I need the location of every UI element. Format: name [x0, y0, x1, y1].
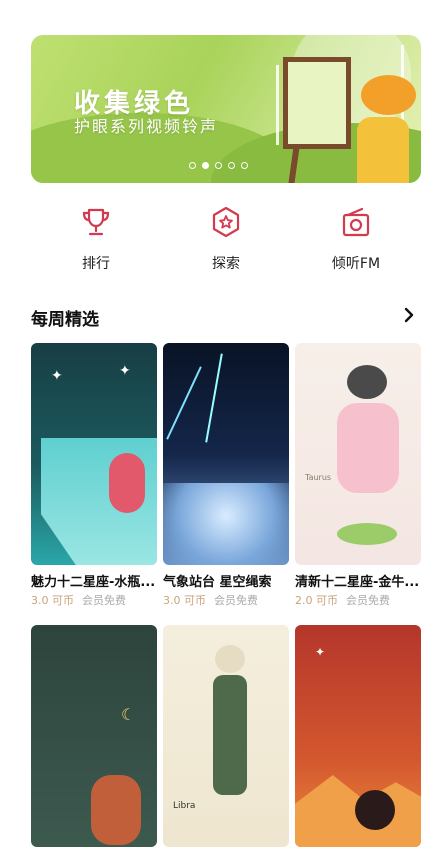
chevron-right-icon[interactable] — [402, 306, 416, 324]
scorpion-illustration — [355, 790, 395, 830]
moon-icon: ☾ — [121, 705, 136, 724]
taurus-label: Taurus — [305, 473, 332, 482]
painter-hat — [361, 75, 416, 115]
card-price: 3.0 可币 — [31, 594, 74, 607]
banner-subtitle: 护眼系列视频铃声 — [74, 117, 219, 136]
figure-illustration — [337, 403, 399, 493]
card-thumbnail — [163, 343, 289, 565]
card-thumbnail: Taurus — [295, 343, 421, 565]
nav-fm-label: 倾听FM — [331, 256, 381, 272]
card-member: 会员免费 — [214, 594, 258, 607]
cloud-illustration — [163, 483, 289, 565]
grass-illustration — [337, 523, 397, 545]
nav-ranking-label: 排行 — [82, 256, 110, 272]
pagination-dot-active[interactable] — [202, 162, 209, 169]
card-price: 2.0 可币 — [295, 594, 338, 607]
card-title: 气象站台 星空绳索 — [163, 575, 272, 590]
card-title: 清新十二星座-金牛... — [295, 575, 420, 590]
pagination-dot[interactable] — [189, 162, 196, 169]
card-member: 会员免费 — [346, 594, 390, 607]
wallpaper-card[interactable]: ✦ ✦ 魅力十二星座-水瓶... 3.0 可币 会员免费 — [31, 343, 157, 608]
light-streak — [166, 366, 202, 440]
figure-illustration — [109, 453, 145, 513]
card-thumbnail: ☾ — [31, 625, 157, 847]
card-thumbnail: ✦ — [295, 625, 421, 847]
banner-pagination — [189, 162, 248, 169]
explore-icon — [212, 206, 240, 238]
sparkle-icon: ✦ — [51, 368, 63, 384]
pagination-dot[interactable] — [241, 162, 248, 169]
figure-hair — [347, 365, 387, 399]
trophy-icon — [82, 208, 110, 236]
easel-illustration — [283, 57, 351, 149]
figure-illustration — [91, 775, 141, 845]
wallpaper-card[interactable]: Taurus 清新十二星座-金牛... 2.0 可币 会员免费 — [295, 343, 421, 608]
card-member: 会员免费 — [82, 594, 126, 607]
figure-illustration — [213, 675, 247, 795]
wallpaper-card[interactable]: Libra — [163, 625, 289, 847]
sparkle-icon: ✦ — [119, 363, 131, 379]
card-thumbnail: Libra — [163, 625, 289, 847]
card-price: 3.0 可币 — [163, 594, 206, 607]
figure-head — [215, 645, 245, 673]
windmill-icon — [276, 65, 279, 145]
libra-label: Libra — [173, 801, 196, 811]
card-title: 魅力十二星座-水瓶... — [31, 575, 156, 590]
pagination-dot[interactable] — [215, 162, 222, 169]
light-streak — [205, 353, 223, 443]
radio-icon — [342, 207, 370, 237]
nav-fm[interactable]: 倾听FM — [316, 205, 396, 273]
nav-ranking[interactable]: 排行 — [56, 205, 136, 273]
wallpaper-card[interactable]: 气象站台 星空绳索 3.0 可币 会员免费 — [163, 343, 289, 608]
card-meta: 3.0 可币 会员免费 — [31, 592, 157, 608]
wallpaper-card[interactable]: ✦ — [295, 625, 421, 847]
section-title: 每周精选 — [31, 310, 99, 330]
card-meta: 2.0 可币 会员免费 — [295, 592, 421, 608]
painter-illustration — [357, 117, 409, 183]
nav-explore[interactable]: 探索 — [186, 205, 266, 273]
wallpaper-card[interactable]: ☾ — [31, 625, 157, 847]
nav-explore-label: 探索 — [212, 256, 240, 272]
card-meta: 3.0 可币 会员免费 — [163, 592, 289, 608]
card-thumbnail: ✦ ✦ — [31, 343, 157, 565]
pagination-dot[interactable] — [228, 162, 235, 169]
sparkle-icon: ✦ — [315, 645, 326, 659]
